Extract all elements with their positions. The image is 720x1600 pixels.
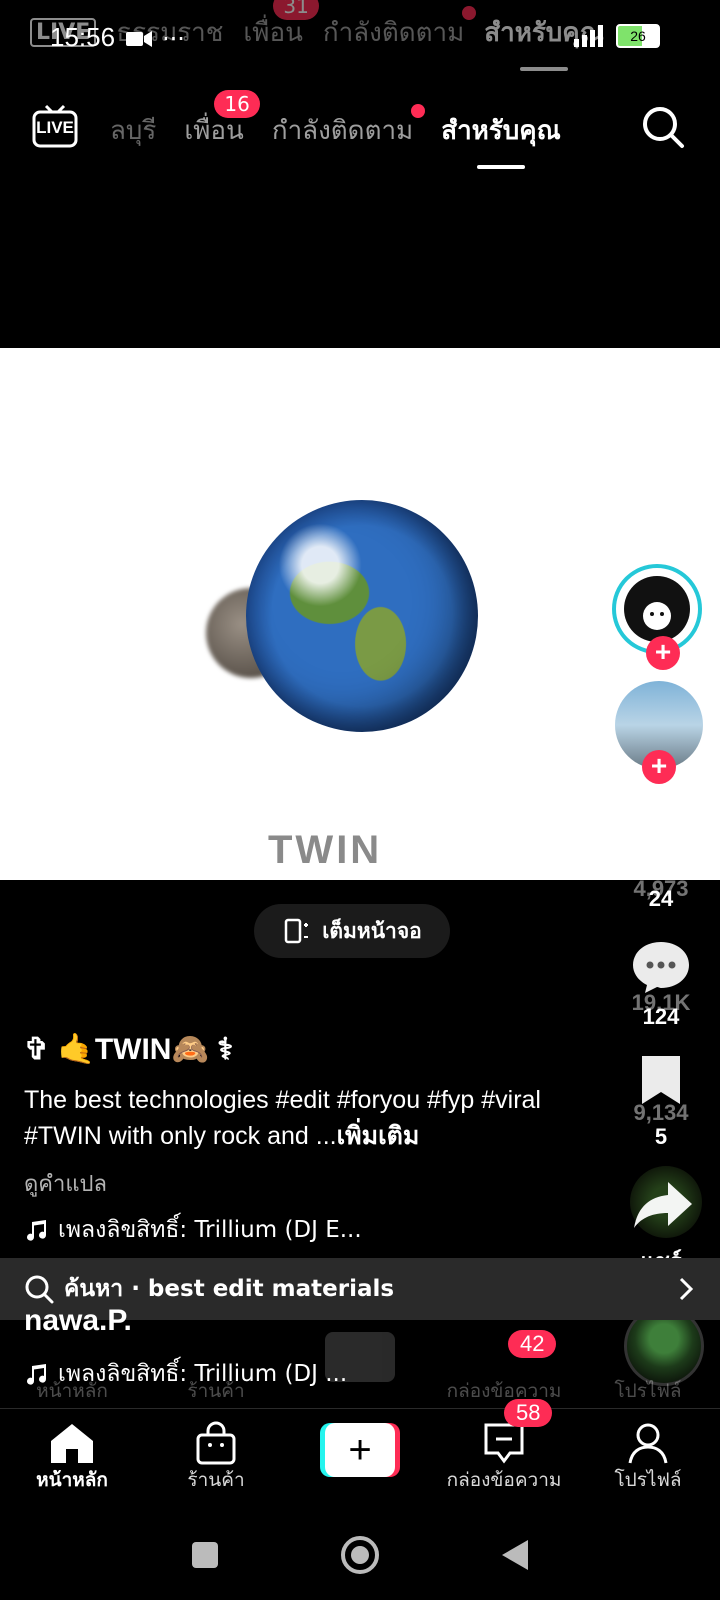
nav-home-label: หน้าหลัก — [36, 1469, 108, 1491]
music-note-icon — [27, 1220, 47, 1241]
create-button[interactable]: + — [320, 1423, 400, 1477]
tab-following-label: กำลังติดตาม — [271, 116, 414, 146]
search-icon — [643, 107, 684, 148]
tab-friends[interactable]: เพื่อน 16 — [184, 90, 260, 151]
tab-friends-label: เพื่อน — [184, 116, 244, 146]
inbox-icon — [484, 1423, 524, 1464]
ghost-music: เพลงลิขสิทธิ์: Trillium (DJ ... — [24, 1356, 524, 1392]
ghost-tab-badge: 31 — [273, 0, 319, 20]
status-camera-icon — [126, 30, 152, 52]
signal-icon — [574, 25, 603, 47]
nav-shop-label: ร้านค้า — [187, 1469, 245, 1491]
post-caption: The best technologies #edit #foryou #fyp… — [24, 1082, 584, 1154]
heart-icon — [632, 822, 690, 874]
shopping-bag-icon — [196, 1421, 236, 1465]
share-button[interactable] — [632, 1180, 694, 1234]
recent-apps-icon[interactable] — [190, 1540, 220, 1570]
like-button[interactable] — [630, 820, 692, 880]
bottom-nav: หน้าหลัก ร้านค้า + กล่องข้อความ 58 โปรไฟ… — [0, 1399, 720, 1503]
ghost-tab-dot — [462, 6, 477, 20]
follow-second-button[interactable]: + — [642, 750, 676, 784]
bookmark-count: 5 — [654, 1124, 668, 1149]
nav-inbox[interactable]: กล่องข้อความ 58 — [432, 1399, 576, 1503]
fullscreen-label: เต็มหน้าจอ — [322, 918, 422, 943]
nav-profile[interactable]: โปรไฟล์ — [576, 1409, 720, 1503]
tab-location[interactable]: ลบุรี — [110, 110, 156, 151]
tab-following-dot — [411, 104, 426, 118]
home-icon — [51, 1424, 93, 1463]
nav-profile-label: โปรไฟล์ — [614, 1469, 682, 1491]
ghost-tab-following: กำลังติดตาม — [322, 6, 477, 53]
follow-creator-button[interactable]: + — [646, 636, 680, 670]
chevron-right-icon — [679, 1277, 694, 1301]
tab-friends-badge: 16 — [214, 90, 260, 118]
home-circle-icon[interactable] — [340, 1535, 380, 1575]
see-more-link[interactable]: เพิ่มเติม — [337, 1122, 420, 1150]
ghost-nav-profile-label: โปรไฟล์ — [614, 1380, 682, 1402]
share-arrow-icon — [634, 1182, 692, 1228]
nav-inbox-label: กล่องข้อความ — [446, 1469, 562, 1491]
top-tabs: ลบุรี เพื่อน 16 กำลังติดตาม สำหรับคุณ — [110, 90, 561, 151]
tab-for-you[interactable]: สำหรับคุณ — [441, 110, 561, 151]
like-count: 24 — [648, 886, 674, 911]
comment-count: 124 — [642, 1004, 680, 1029]
search-button[interactable] — [640, 104, 686, 154]
ghost-inbox-badge: 42 — [508, 1330, 557, 1358]
ghost-music-title: เพลงลิขสิทธิ์: Trillium (DJ ... — [58, 1361, 348, 1387]
ghost-nav-profile: โปรไฟล์ — [576, 1320, 720, 1406]
nav-home[interactable]: หน้าหลัก — [0, 1409, 144, 1503]
inbox-badge: 58 — [504, 1399, 553, 1427]
earth-image — [246, 500, 478, 732]
comment-button[interactable] — [630, 938, 692, 998]
comment-icon — [633, 942, 689, 993]
plus-icon: + — [325, 1423, 395, 1477]
video-watermark: TWIN — [268, 828, 383, 872]
battery-indicator: 26 — [616, 24, 660, 48]
nav-create[interactable]: + — [288, 1409, 432, 1503]
live-label: LIVE — [36, 118, 74, 137]
fullscreen-icon — [284, 918, 309, 944]
status-time: 15:56 — [50, 22, 116, 52]
ghost-tab-friends-label: เพื่อน — [243, 18, 303, 48]
bookmark-count-ghost: 9,134 — [633, 1100, 689, 1125]
status-right-icons: 26 — [572, 24, 660, 48]
see-translation-link[interactable]: ดูคำแปล — [24, 1166, 107, 1201]
tab-following[interactable]: กำลังติดตาม — [271, 104, 426, 151]
post-music[interactable]: เพลงลิขสิทธิ์: Trillium (DJ E... — [24, 1212, 524, 1248]
status-more-dots: ... — [162, 18, 185, 46]
post-author[interactable]: ✞ 🤙TWIN🙈 ⚕ — [24, 1032, 233, 1067]
search-suggestion-label: ค้นหา · best edit materials — [64, 1276, 395, 1302]
fullscreen-button[interactable]: เต็มหน้าจอ — [254, 904, 450, 958]
ghost-music-note-icon — [27, 1364, 47, 1385]
ghost-tab-following-label: กำลังติดตาม — [322, 18, 465, 48]
music-title: เพลงลิขสิทธิ์: Trillium (DJ E... — [58, 1217, 362, 1243]
caption-text: The best technologies #edit #foryou #fyp… — [24, 1086, 541, 1150]
nav-shop[interactable]: ร้านค้า — [144, 1409, 288, 1503]
profile-icon — [628, 1423, 668, 1464]
twin-logo-icon — [624, 576, 690, 642]
system-nav-bar — [0, 1520, 720, 1590]
back-icon[interactable] — [500, 1538, 530, 1572]
ghost-tab-friends: เพื่อน 31 — [243, 0, 319, 53]
live-button[interactable]: LIVE — [32, 104, 78, 154]
search-suggestion-icon — [25, 1275, 54, 1304]
